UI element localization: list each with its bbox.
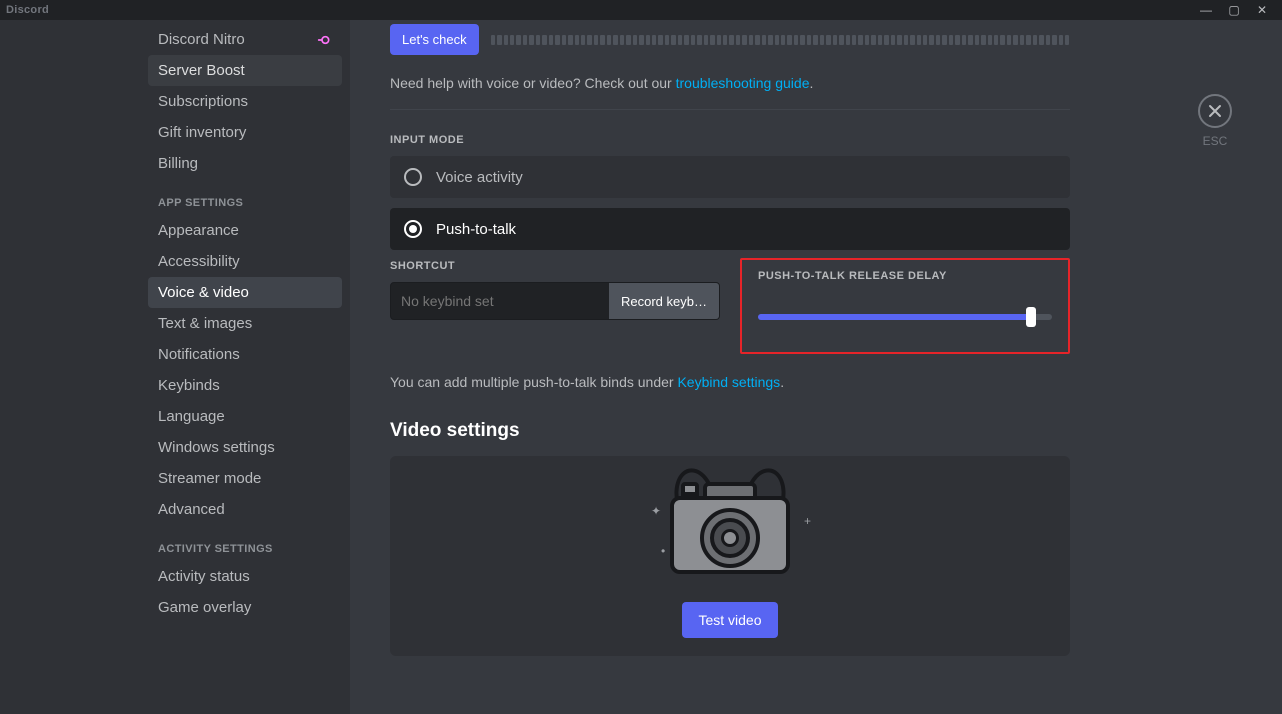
record-keybind-button[interactable]: Record keybi... — [609, 283, 719, 319]
sidebar-item-windows-settings[interactable]: Windows settings — [148, 432, 342, 463]
radio-label: Voice activity — [436, 169, 523, 186]
settings-sidebar: Discord Nitro Server Boost Subscriptions… — [140, 20, 350, 714]
sidebar-item-server-boost[interactable]: Server Boost — [148, 55, 342, 86]
window-maximize-icon[interactable]: ▢ — [1220, 3, 1248, 17]
lets-check-button[interactable]: Let's check — [390, 24, 479, 55]
sidebar-item-label: Billing — [158, 155, 198, 172]
sidebar-item-label: Advanced — [158, 501, 225, 518]
sidebar-item-label: Activity status — [158, 568, 250, 585]
input-mode-voice-activity[interactable]: Voice activity — [390, 156, 1070, 198]
test-video-button[interactable]: Test video — [682, 602, 777, 638]
sidebar-item-gift-inventory[interactable]: Gift inventory — [148, 117, 342, 148]
troubleshooting-guide-link[interactable]: troubleshooting guide — [676, 75, 810, 91]
keybind-hint-text: You can add multiple push-to-talk binds … — [390, 374, 1070, 390]
sidebar-item-label: Subscriptions — [158, 93, 248, 110]
shortcut-label: SHORTCUT — [390, 260, 720, 272]
sidebar-item-keybinds[interactable]: Keybinds — [148, 370, 342, 401]
nitro-icon — [316, 32, 332, 48]
sidebar-item-label: Server Boost — [158, 62, 245, 79]
ptt-release-delay-highlight: PUSH-TO-TALK RELEASE DELAY — [740, 258, 1070, 354]
sidebar-item-label: Gift inventory — [158, 124, 246, 141]
app-brand: Discord — [6, 4, 49, 16]
keybind-settings-link[interactable]: Keybind settings — [677, 374, 780, 390]
sidebar-item-notifications[interactable]: Notifications — [148, 339, 342, 370]
sidebar-item-advanced[interactable]: Advanced — [148, 494, 342, 525]
video-settings-title: Video settings — [390, 420, 1070, 442]
divider — [390, 109, 1070, 110]
sidebar-item-accessibility[interactable]: Accessibility — [148, 246, 342, 277]
window-close-icon[interactable]: ✕ — [1248, 3, 1276, 17]
sidebar-item-game-overlay[interactable]: Game overlay — [148, 592, 342, 623]
close-icon — [1207, 103, 1223, 119]
titlebar: Discord — ▢ ✕ — [0, 0, 1282, 20]
radio-label: Push-to-talk — [436, 221, 516, 238]
keybind-input[interactable] — [391, 283, 609, 319]
input-mode-push-to-talk[interactable]: Push-to-talk — [390, 208, 1070, 250]
settings-content: Let's check Need help with voice or vide… — [350, 20, 1282, 714]
input-mode-label: INPUT MODE — [390, 134, 1070, 146]
sidebar-item-label: Discord Nitro — [158, 31, 245, 48]
sidebar-item-label: Accessibility — [158, 253, 240, 270]
slider-fill — [758, 314, 1031, 320]
sidebar-item-text-images[interactable]: Text & images — [148, 308, 342, 339]
video-preview-card: ✦ • + Test video — [390, 456, 1070, 656]
ptt-release-delay-slider[interactable] — [758, 306, 1052, 326]
sidebar-item-label: Streamer mode — [158, 470, 261, 487]
sidebar-item-label: Game overlay — [158, 599, 251, 616]
window-minimize-icon[interactable]: — — [1192, 3, 1220, 17]
sidebar-left-gutter — [0, 20, 140, 714]
voice-help-text: Need help with voice or video? Check out… — [390, 75, 1070, 91]
sidebar-item-label: Keybinds — [158, 377, 220, 394]
mic-level-meter — [491, 35, 1070, 45]
radio-icon — [404, 220, 422, 238]
sidebar-item-voice-video[interactable]: Voice & video — [148, 277, 342, 308]
sidebar-item-label: Language — [158, 408, 225, 425]
sidebar-item-subscriptions[interactable]: Subscriptions — [148, 86, 342, 117]
radio-icon — [404, 168, 422, 186]
sidebar-item-billing[interactable]: Billing — [148, 148, 342, 179]
sidebar-item-label: Appearance — [158, 222, 239, 239]
ptt-release-delay-label: PUSH-TO-TALK RELEASE DELAY — [758, 270, 1052, 282]
sidebar-item-label: Notifications — [158, 346, 240, 363]
close-settings-button[interactable] — [1198, 94, 1232, 128]
sidebar-item-streamer-mode[interactable]: Streamer mode — [148, 463, 342, 494]
sidebar-item-activity-status[interactable]: Activity status — [148, 561, 342, 592]
sidebar-item-label: Voice & video — [158, 284, 249, 301]
esc-label: ESC — [1203, 134, 1228, 148]
sidebar-item-discord-nitro[interactable]: Discord Nitro — [148, 24, 342, 55]
keybind-field: Record keybi... — [390, 282, 720, 320]
sidebar-header-activity-settings: ACTIVITY SETTINGS — [148, 525, 342, 561]
sidebar-item-label: Text & images — [158, 315, 252, 332]
sidebar-item-appearance[interactable]: Appearance — [148, 215, 342, 246]
slider-thumb[interactable] — [1026, 307, 1036, 327]
sidebar-item-label: Windows settings — [158, 439, 275, 456]
sidebar-header-app-settings: APP SETTINGS — [148, 179, 342, 215]
camera-illustration: ✦ • + — [645, 474, 815, 584]
sidebar-item-language[interactable]: Language — [148, 401, 342, 432]
